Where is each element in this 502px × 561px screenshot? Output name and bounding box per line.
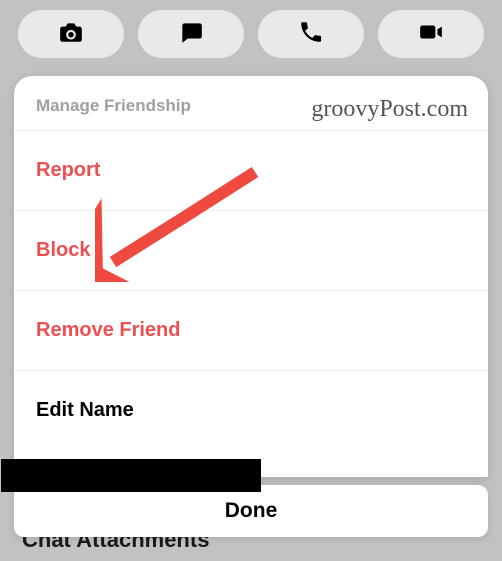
menu-item-edit-name[interactable]: Edit Name: [14, 370, 488, 450]
call-button[interactable]: [258, 10, 364, 58]
camera-button[interactable]: [18, 10, 124, 58]
chat-icon: [178, 19, 204, 50]
menu-item-label: Edit Name: [36, 399, 134, 421]
video-icon: [418, 19, 444, 50]
done-button[interactable]: Done: [14, 485, 488, 537]
menu-item-label: Remove Friend: [36, 319, 180, 341]
menu-item-block[interactable]: Block: [14, 210, 488, 290]
menu-item-report[interactable]: Report: [14, 130, 488, 210]
menu-item-label: Report: [36, 159, 100, 181]
camera-icon: [58, 19, 84, 50]
redaction-block: [1, 459, 261, 492]
sheet-header: Manage Friendship: [14, 76, 488, 130]
menu-item-remove-friend[interactable]: Remove Friend: [14, 290, 488, 370]
top-toolbar: [0, 0, 502, 68]
video-call-button[interactable]: [378, 10, 484, 58]
chat-button[interactable]: [138, 10, 244, 58]
manage-friendship-sheet: Manage Friendship Report Block Remove Fr…: [14, 76, 488, 477]
done-label: Done: [225, 499, 278, 523]
menu-item-label: Block: [36, 239, 90, 261]
phone-icon: [298, 19, 324, 50]
